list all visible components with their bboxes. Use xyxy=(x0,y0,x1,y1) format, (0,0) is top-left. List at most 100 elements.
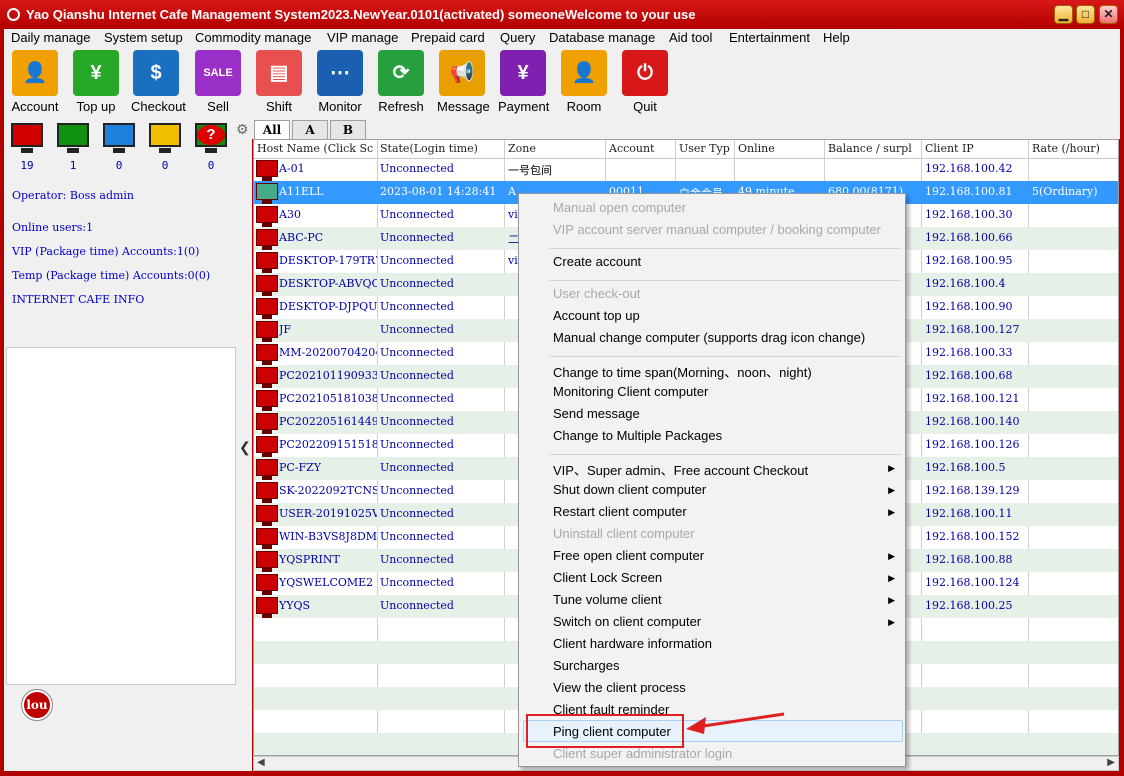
close-button[interactable]: ✕ xyxy=(1099,5,1118,24)
quit-button[interactable]: ⏻ Quit xyxy=(620,50,670,114)
menu-item-tune-volume-client[interactable]: Tune volume client xyxy=(553,592,662,607)
column-header-rate[interactable]: Rate (/hour) xyxy=(1032,142,1118,155)
menu-item-switch-on-client-computer[interactable]: Switch on client computer xyxy=(553,614,701,629)
menu-item-send-message[interactable]: Send message xyxy=(553,406,640,421)
cell-ip: 192.168.100.42 xyxy=(925,162,1013,175)
tab-a[interactable]: A xyxy=(292,120,328,139)
status-counter[interactable]: 0 xyxy=(148,123,182,172)
online-users-label: Online users:1 xyxy=(12,221,94,234)
cell-host: YQSWELCOME2 xyxy=(279,576,374,589)
computer-icon xyxy=(256,413,278,434)
submenu-arrow-icon: ▶ xyxy=(888,551,895,561)
computer-icon xyxy=(256,367,278,388)
column-header-balance[interactable]: Balance / surpl xyxy=(828,142,922,155)
cell-host: PC202105181038 xyxy=(279,392,377,405)
minimize-button[interactable]: ▁ xyxy=(1054,5,1073,24)
computer-icon xyxy=(256,183,278,204)
toolbar-label: Room xyxy=(566,99,602,114)
cafe-info-link[interactable]: INTERNET CAFE INFO xyxy=(12,293,144,306)
menu-item-change-to-time-span-morning-noon-night[interactable]: Change to time span(Morning、noon、night) xyxy=(553,362,812,381)
shift-button[interactable]: ▤ Shift xyxy=(254,50,304,114)
column-header-account[interactable]: Account xyxy=(609,142,677,155)
toolbar-label: Account xyxy=(11,99,59,114)
menu-separator xyxy=(549,248,901,249)
menu-item-vip-super-admin-free-account-checkout[interactable]: VIP、Super admin、Free account Checkout xyxy=(553,460,808,479)
cell-ip: 192.168.100.121 xyxy=(925,392,1020,405)
refresh-button[interactable]: ⟳ Refresh xyxy=(376,50,426,114)
checkout-button[interactable]: $ Checkout xyxy=(131,50,186,114)
tab-b[interactable]: B xyxy=(330,120,366,139)
menu-item-account-top-up[interactable]: Account top up xyxy=(553,308,640,323)
tab-all[interactable]: All xyxy=(254,120,290,139)
cell-host: ABC-PC xyxy=(279,231,324,244)
menu-separator xyxy=(549,356,901,357)
status-counter[interactable]: ? 0 xyxy=(194,123,228,172)
menu-item-surcharges[interactable]: Surcharges xyxy=(553,658,619,673)
menu-vip-manage[interactable]: VIP manage xyxy=(327,30,398,45)
menu-commodity-manage[interactable]: Commodity manage xyxy=(195,30,311,45)
room-button[interactable]: 👤 Room xyxy=(559,50,609,114)
collapse-left-icon[interactable]: ❮ xyxy=(239,439,251,456)
menu-item-client-lock-screen[interactable]: Client Lock Screen xyxy=(553,570,662,585)
status-counter[interactable]: 0 xyxy=(102,123,136,172)
cell-host: DESKTOP-179TR72 xyxy=(279,254,377,267)
status-counter[interactable]: 1 xyxy=(56,123,90,172)
monitor-status-icon xyxy=(103,123,135,153)
menu-system-setup[interactable]: System setup xyxy=(104,30,183,45)
status-counter[interactable]: 19 xyxy=(10,123,44,172)
menu-item-shut-down-client-computer[interactable]: Shut down client computer xyxy=(553,482,706,497)
column-header-ip[interactable]: Client IP xyxy=(925,142,1029,155)
toolbar-label: Payment xyxy=(498,99,550,114)
scroll-left-icon[interactable]: ◀ xyxy=(257,757,265,768)
toolbar-label: Shift xyxy=(265,99,292,114)
panel-splitter[interactable]: ⚙ ❮ xyxy=(236,119,252,771)
top-up-button[interactable]: ¥ Top up xyxy=(71,50,121,114)
cell-host: PC202209151518 xyxy=(279,438,377,451)
monitor-button[interactable]: ⋯ Monitor xyxy=(315,50,365,114)
menu-item-create-account[interactable]: Create account xyxy=(553,254,641,269)
menu-item-monitoring-client-computer[interactable]: Monitoring Client computer xyxy=(553,384,708,399)
message-button[interactable]: 📢 Message xyxy=(437,50,490,114)
submenu-arrow-icon: ▶ xyxy=(888,573,895,583)
scroll-right-icon[interactable]: ▶ xyxy=(1107,757,1115,768)
column-header-zone[interactable]: Zone xyxy=(508,142,606,155)
menu-entertainment[interactable]: Entertainment xyxy=(729,30,810,45)
maximize-button[interactable]: □ xyxy=(1076,5,1095,24)
cell-host: MM-202007042048 xyxy=(279,346,377,359)
menu-query[interactable]: Query xyxy=(500,30,535,45)
temp-accounts-label: Temp (Package time) Accounts:0(0) xyxy=(12,269,211,282)
window-title: Yao Qianshu Internet Cafe Management Sys… xyxy=(26,7,696,22)
cell-host: YQSPRINT xyxy=(279,553,340,566)
cell-ip: 192.168.100.66 xyxy=(925,231,1013,244)
gear-icon[interactable]: ⚙ xyxy=(236,121,249,138)
menu-item-restart-client-computer[interactable]: Restart client computer xyxy=(553,504,687,519)
payment-button[interactable]: ¥ Payment xyxy=(498,50,550,114)
cell-state: Unconnected xyxy=(380,599,454,612)
notice-panel xyxy=(6,347,236,685)
column-header-host[interactable]: Host Name (Click Sc xyxy=(257,142,377,155)
computer-icon xyxy=(256,298,278,319)
cell-state: Unconnected xyxy=(380,369,454,382)
cell-state: Unconnected xyxy=(380,254,454,267)
menu-item-manual-change-computer-supports-drag-icon-change[interactable]: Manual change computer (supports drag ic… xyxy=(553,330,865,345)
menu-help[interactable]: Help xyxy=(823,30,850,45)
menu-item-view-the-client-process[interactable]: View the client process xyxy=(553,680,686,695)
cell-ip: 192.168.100.25 xyxy=(925,599,1013,612)
column-header-state[interactable]: State(Login time) xyxy=(380,142,504,155)
sell-button[interactable]: SALE Sell xyxy=(193,50,243,114)
cell-ip: 192.168.100.90 xyxy=(925,300,1013,313)
menu-aid-tool[interactable]: Aid tool xyxy=(669,30,712,45)
column-header-online[interactable]: Online xyxy=(738,142,824,155)
menu-item-change-to-multiple-packages[interactable]: Change to Multiple Packages xyxy=(553,428,722,443)
cell-host: DESKTOP-ABVQOR6 xyxy=(279,277,377,290)
menu-item-client-hardware-information[interactable]: Client hardware information xyxy=(553,636,712,651)
menu-daily-manage[interactable]: Daily manage xyxy=(11,30,91,45)
account-button[interactable]: 👤 Account xyxy=(10,50,60,114)
menu-item-free-open-client-computer[interactable]: Free open client computer xyxy=(553,548,704,563)
menu-database-manage[interactable]: Database manage xyxy=(549,30,655,45)
refresh-icon: ⟳ xyxy=(378,50,424,96)
column-header-type[interactable]: User Typ xyxy=(679,142,735,155)
menu-prepaid-card[interactable]: Prepaid card xyxy=(411,30,485,45)
cell-host: JF xyxy=(279,323,292,336)
table-row[interactable]: A-01 Unconnected 一号包间 192.168.100.42 xyxy=(254,158,1118,181)
